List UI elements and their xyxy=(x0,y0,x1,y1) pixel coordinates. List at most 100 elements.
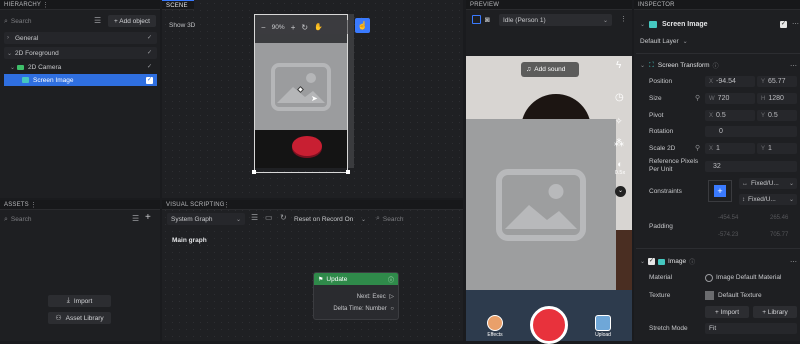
timer-icon[interactable]: ◷ xyxy=(615,92,624,103)
size-w-field[interactable]: W 720 xyxy=(705,93,755,104)
more-icon[interactable]: ⋮ xyxy=(620,15,627,23)
pivot-x-field[interactable]: X 0.5 xyxy=(705,110,755,121)
visibility-check-icon[interactable]: ✓ xyxy=(146,64,153,71)
more-icon[interactable]: ⋯ xyxy=(792,20,799,28)
update-node[interactable]: ⚑ Update ⓘ Next: Exec ▷ Delta Time: Numb… xyxy=(313,272,399,320)
import-button[interactable]: ⤓ Import xyxy=(48,295,111,307)
scale-x-field[interactable]: X1 xyxy=(705,143,755,154)
scripting-search[interactable]: ⌕ Search xyxy=(376,213,458,225)
padding-right-value[interactable]: 265.46 xyxy=(770,215,788,221)
screen-transform-header[interactable]: ⌄ ⛶ Screen Transform ⓘ ⋯ xyxy=(640,60,798,71)
more-icon[interactable]: ⋯ xyxy=(790,62,797,70)
scale-y-field[interactable]: Y1 xyxy=(757,143,797,154)
material-field[interactable]: Image Default Material xyxy=(705,272,797,283)
import-texture-button[interactable]: + Import xyxy=(705,306,749,318)
ppu-field[interactable]: 32 xyxy=(705,161,797,172)
effects-button[interactable]: Effects xyxy=(484,315,506,338)
visibility-check-icon[interactable]: ✓ xyxy=(146,50,153,57)
more-icon[interactable]: ⋮ xyxy=(223,201,230,209)
help-icon[interactable]: ⓘ xyxy=(713,61,719,70)
upload-button[interactable]: Upload xyxy=(592,315,614,338)
magic-wand-icon[interactable]: ✧ xyxy=(615,116,623,127)
list-view-icon[interactable]: ☰ xyxy=(251,213,258,222)
show-3d-label[interactable]: Show 3D xyxy=(169,22,195,29)
speed-control[interactable]: ◐ 0.5x xyxy=(612,160,628,177)
enabled-check-icon[interactable]: ✓ xyxy=(780,20,787,28)
scene-selection-frame[interactable] xyxy=(254,14,348,173)
axis-x-label: X xyxy=(709,145,714,152)
node-output-exec[interactable]: Next: Exec ▷ xyxy=(357,293,394,300)
divider xyxy=(636,248,800,249)
help-icon[interactable]: ⓘ xyxy=(689,257,695,266)
more-icon[interactable]: ⋮ xyxy=(30,201,37,209)
layer-select[interactable]: Default Layer ⌄ xyxy=(640,35,700,47)
reset-mode-select[interactable]: Reset on Record On ⌄ xyxy=(292,213,370,225)
reset-view-icon[interactable]: ↻ xyxy=(301,23,308,32)
add-object-button[interactable]: + Add object xyxy=(108,15,156,27)
padding-left-value[interactable]: -454.54 xyxy=(718,215,738,221)
hand-tool-icon[interactable]: ✋ xyxy=(314,23,323,31)
stretch-mode-select[interactable]: Fit xyxy=(705,323,797,334)
constraint-horizontal-select[interactable]: ↔ Fixed/U... ⌄ xyxy=(739,178,797,189)
object-name[interactable]: Screen Image xyxy=(662,21,708,28)
constraint-vertical-select[interactable]: ↕ Fixed/U... ⌄ xyxy=(739,194,797,205)
assets-search[interactable]: ⌕ Search xyxy=(4,214,114,225)
preview-mode-icon[interactable] xyxy=(472,15,481,24)
flash-icon[interactable]: ϟ xyxy=(616,60,621,71)
preview-state-label: Idle (Person 1) xyxy=(503,16,546,24)
handle-bottom-right[interactable] xyxy=(346,170,350,174)
handle-bottom-left[interactable] xyxy=(252,170,256,174)
texture-field[interactable]: Default Texture xyxy=(705,290,797,301)
enabled-check-icon[interactable]: ✓ xyxy=(648,258,655,265)
scale-x-value: 1 xyxy=(716,145,720,152)
image-component-header[interactable]: ⌄ ✓ Image ⓘ ⋯ xyxy=(640,256,798,267)
scale-y-value: 1 xyxy=(768,145,772,152)
add-sound-button[interactable]: ♫ Add sound xyxy=(521,62,579,77)
horizontal-arrows-icon: ↔ xyxy=(742,180,748,187)
more-icon[interactable]: ⋮ xyxy=(42,1,49,9)
constraint-horizontal-value: Fixed/U... xyxy=(751,180,779,187)
add-asset-icon[interactable]: + xyxy=(145,212,151,223)
expand-menu-icon[interactable]: ⌄ xyxy=(615,186,626,197)
link-icon[interactable]: ⚲ xyxy=(695,94,700,102)
select-tool-button[interactable]: ☝ xyxy=(355,18,370,33)
padding-top-value[interactable]: -574.23 xyxy=(718,232,738,238)
hierarchy-search[interactable]: ⌕ Search xyxy=(4,16,86,27)
hierarchy-item-2d-camera[interactable]: ⌄ 2D Camera ✓ xyxy=(4,61,157,73)
rotation-field[interactable]: 0 xyxy=(705,126,797,137)
chevron-down-icon[interactable]: ⌄ xyxy=(640,21,649,28)
filter-icon[interactable]: ☰ xyxy=(132,214,139,223)
zoom-out-button[interactable]: − xyxy=(261,23,266,32)
hierarchy-item-2d-foreground[interactable]: ⌄ 2D Foreground ✓ xyxy=(4,47,157,59)
position-x-field[interactable]: X -94.54 xyxy=(705,76,755,87)
camera-capture-icon[interactable]: ◙ xyxy=(485,15,490,24)
update-node-header[interactable]: ⚑ Update ⓘ xyxy=(314,273,398,285)
constraint-anchor-icon: + xyxy=(714,185,726,197)
size-h-field[interactable]: H 1280 xyxy=(757,93,797,104)
visibility-check-icon[interactable]: ✓ xyxy=(146,35,153,42)
library-texture-button[interactable]: + Library xyxy=(753,306,797,318)
asset-library-button[interactable]: ⚇ Asset Library xyxy=(48,312,111,324)
padding-bottom-value[interactable]: 705.77 xyxy=(770,232,788,238)
zoom-in-button[interactable]: + xyxy=(291,23,296,32)
graph-select[interactable]: System Graph ⌄ xyxy=(167,213,245,225)
record-button[interactable] xyxy=(530,306,568,344)
hierarchy-item-screen-image[interactable]: Screen Image ✓ xyxy=(4,74,157,86)
scene-tab[interactable]: SCENE xyxy=(162,0,194,10)
constraints-widget[interactable]: + xyxy=(708,180,732,202)
node-info-icon[interactable]: ⓘ xyxy=(388,275,394,284)
position-y-field[interactable]: Y 65.77 xyxy=(757,76,797,87)
refresh-icon[interactable]: ↻ xyxy=(280,213,287,222)
preview-person-neck xyxy=(616,230,632,290)
hierarchy-item-general[interactable]: › General ✓ xyxy=(4,32,157,44)
preview-state-select[interactable]: Idle (Person 1) ⌄ xyxy=(499,14,612,26)
pivot-y-field[interactable]: Y 0.5 xyxy=(757,110,797,121)
visibility-check-icon[interactable]: ✓ xyxy=(146,76,153,84)
link-icon[interactable]: ⚲ xyxy=(695,144,700,152)
filters-icon[interactable]: ⁂ xyxy=(614,138,624,149)
frame-icon[interactable]: ▭ xyxy=(265,213,273,222)
more-icon[interactable]: ⋯ xyxy=(790,258,797,266)
zoom-level[interactable]: 90% xyxy=(272,24,285,31)
node-output-delta[interactable]: Delta Time: Number ○ xyxy=(333,306,394,312)
filter-icon[interactable]: ☰ xyxy=(94,16,101,25)
